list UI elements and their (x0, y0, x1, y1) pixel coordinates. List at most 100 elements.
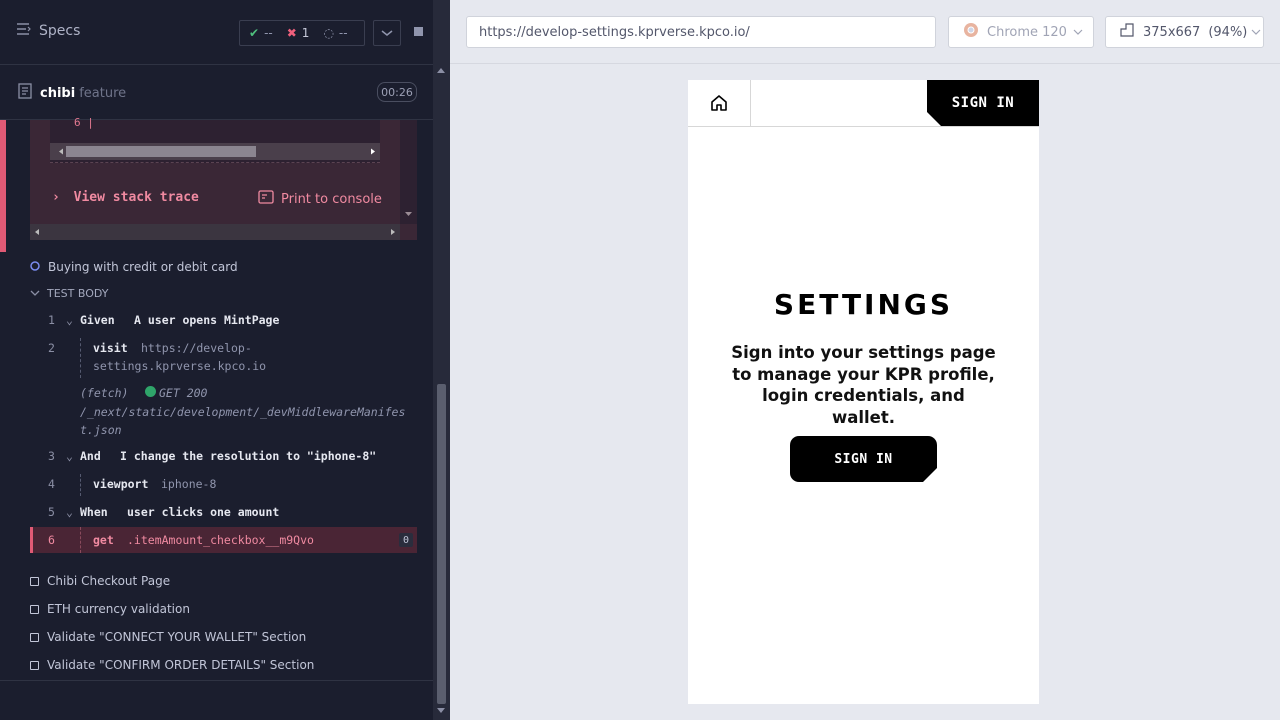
runner-panel: Specs ✔ -- ✖ 1 ◌ -- chibi feature 00:26 … (0, 0, 433, 720)
command-number: 6 (48, 533, 55, 547)
command-row[interactable]: 5 ⌄ When user clicks one amount (30, 502, 417, 522)
command-number: 3 (48, 449, 55, 463)
chevron-down-icon (30, 287, 40, 300)
specs-toggle[interactable]: Specs (17, 23, 80, 39)
test-item[interactable]: Validate "CONFIRM ORDER DETAILS" Section (30, 658, 314, 672)
test-body-label: TEST BODY (47, 287, 109, 300)
chevron-down-icon: ⌄ (66, 449, 73, 463)
indent-line (80, 474, 82, 496)
command-row[interactable]: 1 ⌄ Given A user opens MintPage (30, 310, 417, 330)
indent-line (80, 338, 82, 378)
divider (0, 680, 433, 681)
test-item[interactable]: Chibi Checkout Page (30, 574, 170, 588)
command-arg: https://develop- (141, 341, 252, 355)
hscroll-arrows-icon (35, 229, 395, 235)
home-icon (711, 95, 727, 111)
home-button[interactable] (688, 80, 751, 126)
scroll-up-icon (437, 68, 445, 73)
scroll-down-icon (405, 212, 412, 216)
pending-test-icon (30, 576, 39, 586)
view-stack-trace-button[interactable]: › View stack trace (52, 190, 199, 205)
command-number: 2 (48, 341, 55, 355)
url-bar[interactable]: https://develop-settings.kprverse.kpco.i… (466, 16, 936, 48)
chrome-icon (963, 22, 979, 42)
element-count-badge: 0 (399, 533, 413, 547)
passed-count: -- (264, 26, 273, 40)
runner-scrollbar[interactable] (433, 0, 450, 720)
command-keyword: get (93, 533, 114, 547)
signin-button[interactable]: SIGN IN (790, 436, 937, 482)
pending-test-icon (30, 660, 39, 670)
code-scrollbar[interactable] (50, 143, 380, 160)
signin-header-button[interactable]: SIGN IN (927, 80, 1039, 126)
command-row[interactable]: 2 visit https://develop- settings.kprver… (30, 338, 417, 378)
command-text: A user opens MintPage (134, 313, 280, 327)
spec-name: chibi (40, 85, 76, 101)
browser-selector[interactable]: Chrome 120 (948, 16, 1094, 48)
pending-icon: ◌ (323, 26, 334, 40)
fetch-label: (fetch) (80, 386, 129, 400)
test-body-header[interactable]: TEST BODY (30, 287, 108, 300)
chevron-down-icon (1251, 25, 1261, 40)
command-row[interactable]: 4 viewport iphone-8 (30, 474, 417, 496)
command-selector: .itemAmount_checkbox__m9Qvo (127, 533, 314, 547)
indent-line (80, 527, 82, 553)
test-item-current[interactable]: Buying with credit or debit card (30, 260, 238, 274)
test-stats: ✔ -- ✖ 1 ◌ -- (239, 20, 365, 46)
chevron-down-button[interactable] (373, 20, 401, 46)
pending-test-icon (30, 604, 39, 614)
error-hscroll[interactable] (30, 224, 400, 240)
error-vscroll[interactable] (400, 120, 417, 224)
chevron-down-icon: ⌄ (66, 505, 73, 519)
document-icon (18, 83, 32, 103)
scrollbar-thumb[interactable] (437, 384, 446, 704)
ruler-icon (1120, 23, 1134, 41)
viewport-selector[interactable]: 375x667 (94%) (1105, 16, 1264, 48)
spec-suffix: feature (79, 85, 127, 101)
command-arg: iphone-8 (161, 477, 217, 491)
spec-timer: 00:26 (377, 82, 417, 102)
fetch-path: /_next/static/development/_devMiddleware… (80, 405, 406, 419)
chevron-down-icon (1073, 25, 1083, 40)
code-line: 6 | (74, 116, 94, 129)
spec-title[interactable]: chibi feature (18, 83, 126, 103)
command-keyword: When (80, 505, 108, 519)
console-icon (258, 189, 274, 209)
test-title: Buying with credit or debit card (48, 260, 238, 274)
test-item[interactable]: Validate "CONNECT YOUR WALLET" Section (30, 630, 306, 644)
command-text: I change the resolution to "iphone-8" (120, 449, 377, 463)
check-icon: ✔ (249, 26, 260, 40)
error-indicator (0, 120, 6, 252)
browser-name: Chrome 120 (987, 24, 1067, 40)
test-item[interactable]: ETH currency validation (30, 602, 190, 616)
stop-button[interactable] (405, 20, 431, 44)
fetch-row[interactable]: (fetch) GET 200 /_next/static/developmen… (30, 384, 417, 440)
print-label: Print to console (281, 191, 382, 207)
x-icon: ✖ (286, 26, 297, 40)
stop-icon (414, 27, 423, 36)
status-dot-icon (145, 386, 156, 397)
command-row-failed[interactable]: 6 get .itemAmount_checkbox__m9Qvo 0 (30, 527, 417, 553)
running-icon (30, 260, 40, 274)
command-number: 5 (48, 505, 55, 519)
command-text: user clicks one amount (127, 505, 280, 519)
test-title: Chibi Checkout Page (47, 574, 171, 588)
failed-count: 1 (301, 26, 310, 40)
stack-trace-label: View stack trace (73, 190, 199, 205)
command-keyword: visit (93, 341, 128, 355)
command-number: 4 (48, 477, 55, 491)
command-arg-cont: settings.kprverse.kpco.io (93, 359, 267, 373)
print-to-console-button[interactable]: Print to console (258, 189, 382, 209)
chevron-down-icon: ⌄ (66, 313, 73, 327)
chevron-down-icon (381, 30, 393, 36)
command-keyword: Given (80, 313, 115, 327)
chevron-right-icon: › (52, 190, 60, 205)
specs-label: Specs (39, 23, 81, 39)
page-title: SETTINGS (773, 288, 954, 321)
test-title: ETH currency validation (47, 602, 190, 616)
command-row[interactable]: 3 ⌄ And I change the resolution to "ipho… (30, 446, 417, 466)
command-number: 1 (48, 313, 55, 327)
viewport-scale: (94%) (1208, 24, 1248, 40)
viewport-size: 375x667 (1143, 24, 1201, 40)
command-keyword: viewport (93, 477, 149, 491)
